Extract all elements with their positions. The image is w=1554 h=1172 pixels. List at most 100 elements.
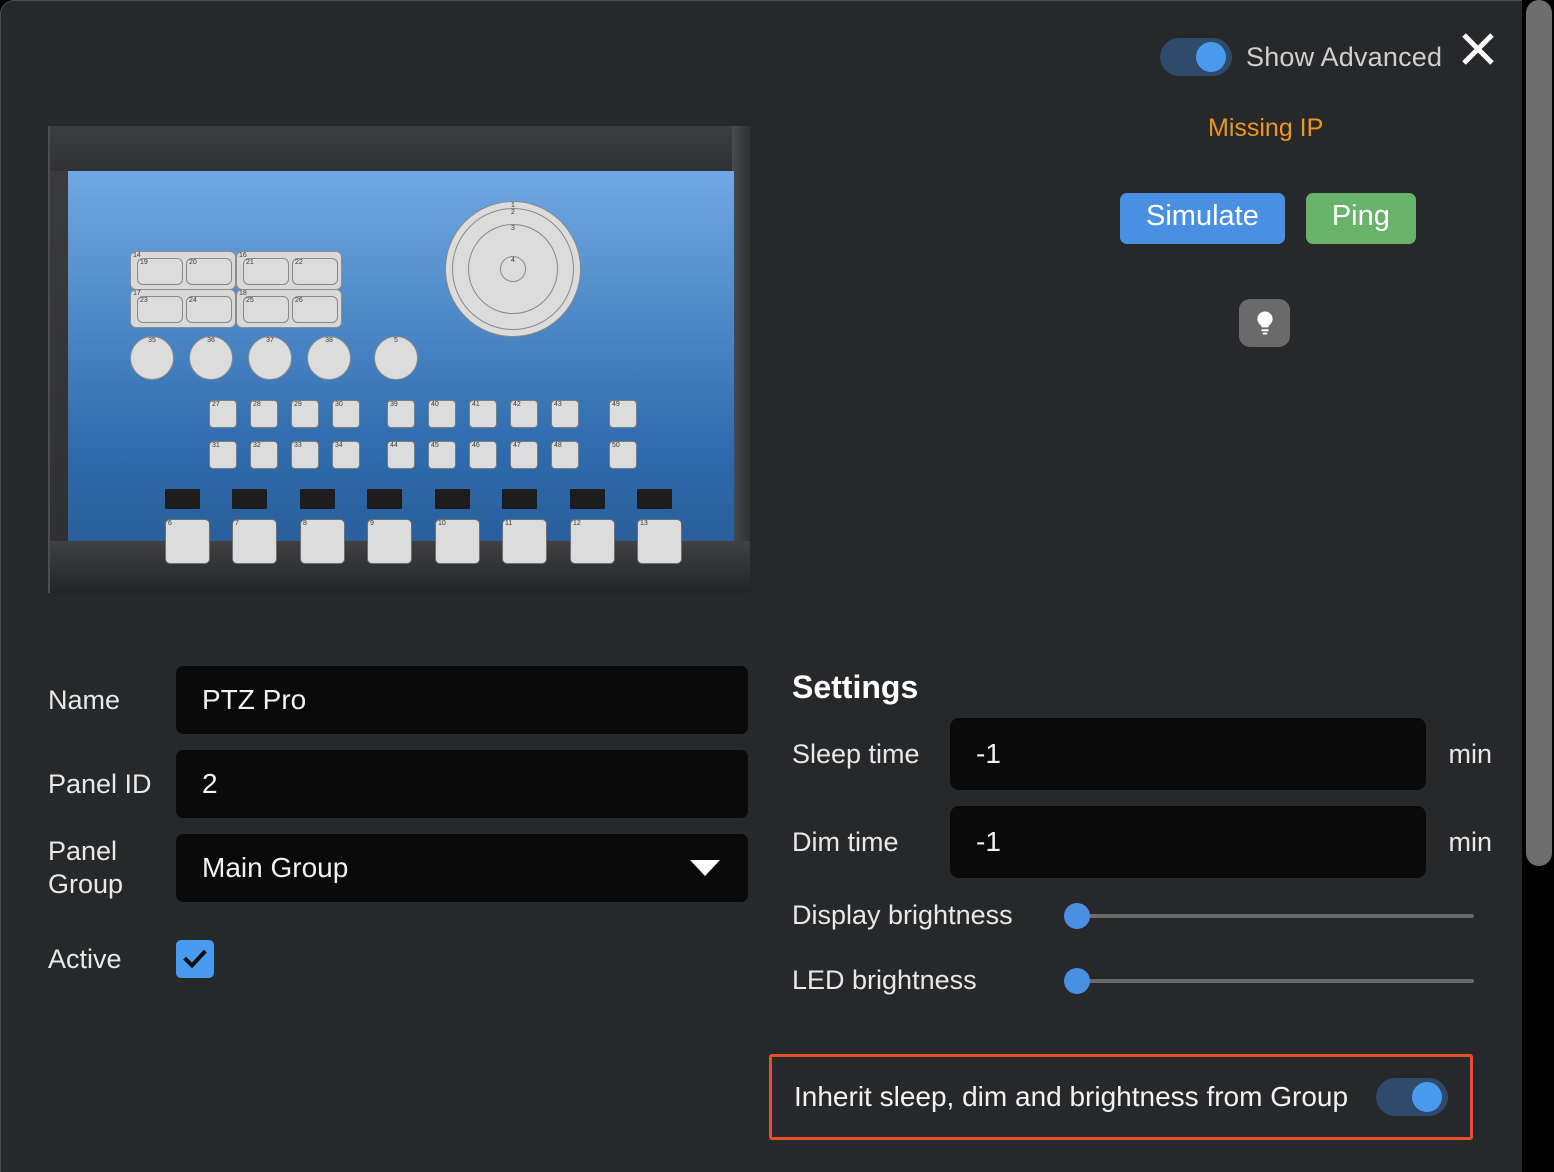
sleep-time-label: Sleep time [792, 738, 920, 769]
panel-lcd-strip [637, 489, 672, 509]
panel-settings-dialog: Show Advanced Missing IP Simulate Ping 1… [0, 0, 1522, 1172]
panel-square-key: 47 [510, 441, 538, 469]
led-brightness-row: LED brightness [792, 965, 1492, 996]
panel-id-input[interactable] [176, 750, 748, 818]
panel-square-key: 34 [332, 441, 360, 469]
panel-lcd-strip [502, 489, 537, 509]
panel-bezel-top [50, 126, 750, 171]
toggle-knob [1412, 1082, 1442, 1112]
panel-key-number: 4 [511, 257, 515, 264]
panel-key-number: 8 [303, 520, 307, 527]
panel-lcd-strip [435, 489, 470, 509]
screen-root: Show Advanced Missing IP Simulate Ping 1… [0, 0, 1554, 1172]
panel-mini-key: 26 [292, 296, 338, 323]
panel-key-number: 33 [294, 442, 302, 449]
display-brightness-slider[interactable] [1064, 901, 1474, 931]
panel-rotary-knob: 35 [130, 336, 174, 380]
active-checkbox[interactable] [176, 940, 214, 978]
name-input[interactable] [176, 666, 748, 734]
slider-thumb[interactable] [1064, 967, 1090, 994]
panel-key-number: 46 [472, 442, 480, 449]
panel-square-key: 32 [250, 441, 278, 469]
close-icon[interactable] [1457, 28, 1499, 70]
toggle-knob [1196, 42, 1226, 72]
led-brightness-label: LED brightness [792, 965, 977, 995]
panel-lcd-strip [300, 489, 335, 509]
panel-key-number: 31 [212, 442, 220, 449]
lightbulb-icon[interactable] [1239, 299, 1290, 347]
panel-rotary-knob: 38 [307, 336, 351, 380]
panel-square-key: 49 [609, 400, 637, 428]
panel-square-key: 46 [469, 441, 497, 469]
panel-key-number: 20 [189, 259, 197, 266]
panel-big-key: 9 [367, 519, 412, 564]
check-icon [183, 949, 207, 969]
panel-square-key: 27 [209, 400, 237, 428]
active-label: Active [48, 943, 122, 974]
panel-key-number: 11 [505, 520, 513, 527]
show-advanced-label: Show Advanced [1246, 41, 1443, 72]
display-brightness-label: Display brightness [792, 900, 1013, 930]
panel-preview-image[interactable]: 14 19 20 16 21 22 17 23 24 18 25 26 35 36 37 38 5 1 2 3 4 27 2… [48, 126, 750, 593]
panel-square-key: 28 [250, 400, 278, 428]
panel-square-key: 48 [551, 441, 579, 469]
panel-key-number: 35 [148, 337, 156, 344]
panel-group-value: Main Group [202, 852, 349, 883]
panel-key-number: 36 [207, 337, 215, 344]
sleep-time-unit: min [1448, 738, 1492, 769]
name-label: Name [48, 684, 121, 715]
panel-key-group: 14 19 20 [130, 251, 236, 290]
panel-mini-key: 23 [137, 296, 183, 323]
panel-group-select[interactable]: Main Group [176, 834, 748, 902]
dialog-header: Show Advanced [1, 1, 1522, 111]
dim-time-row: Dim time min [792, 806, 1492, 878]
simulate-button[interactable]: Simulate [1120, 193, 1285, 244]
chevron-down-icon [690, 860, 720, 876]
dim-time-unit: min [1448, 826, 1492, 857]
panel-rotary-knob: 36 [189, 336, 233, 380]
panel-key-number: 32 [253, 442, 261, 449]
panel-square-key: 41 [469, 400, 497, 428]
name-row: Name [48, 666, 748, 734]
panel-key-number: 6 [168, 520, 172, 527]
panel-key-number: 12 [573, 520, 581, 527]
panel-key-number: 28 [253, 401, 261, 408]
panel-key-number: 37 [266, 337, 274, 344]
panel-square-key: 44 [387, 441, 415, 469]
panel-key-number: 27 [212, 401, 220, 408]
dim-time-input[interactable] [950, 806, 1427, 878]
sleep-time-row: Sleep time min [792, 718, 1492, 790]
panel-face: 14 19 20 16 21 22 17 23 24 18 25 26 35 36 37 38 5 1 2 3 4 27 2… [68, 171, 734, 564]
vertical-scrollbar[interactable] [1522, 0, 1554, 1172]
scrollbar-thumb[interactable] [1526, 0, 1552, 866]
panel-id-label: Panel ID [48, 768, 152, 799]
status-badge-missing-ip: Missing IP [1208, 114, 1324, 142]
panel-square-key: 33 [291, 441, 319, 469]
panel-lcd-strip [232, 489, 267, 509]
panel-mini-key: 19 [137, 258, 183, 285]
panel-key-number: 41 [472, 401, 480, 408]
led-brightness-slider[interactable] [1064, 966, 1474, 996]
action-button-row: Simulate Ping [1120, 193, 1416, 244]
panel-form: Name Panel ID Panel Group Main Group Act… [48, 666, 748, 994]
panel-key-number: 42 [513, 401, 521, 408]
ping-button[interactable]: Ping [1305, 193, 1416, 244]
panel-mini-key: 25 [243, 296, 289, 323]
slider-track [1080, 913, 1474, 918]
panel-key-number: 40 [431, 401, 439, 408]
sleep-time-input[interactable] [950, 718, 1427, 790]
panel-key-number: 25 [246, 297, 254, 304]
panel-square-key: 43 [551, 400, 579, 428]
panel-key-number: 49 [612, 401, 620, 408]
panel-square-key: 29 [291, 400, 319, 428]
panel-key-number: 13 [640, 520, 648, 527]
slider-thumb[interactable] [1064, 902, 1090, 929]
panel-big-key: 13 [637, 519, 682, 564]
inherit-settings-toggle[interactable] [1376, 1078, 1448, 1116]
panel-lcd-strip [367, 489, 402, 509]
panel-key-number: 2 [511, 209, 515, 216]
panel-big-key: 11 [502, 519, 547, 564]
show-advanced-toggle[interactable] [1160, 38, 1232, 76]
panel-key-number: 9 [370, 520, 374, 527]
panel-key-number: 5 [394, 337, 398, 344]
